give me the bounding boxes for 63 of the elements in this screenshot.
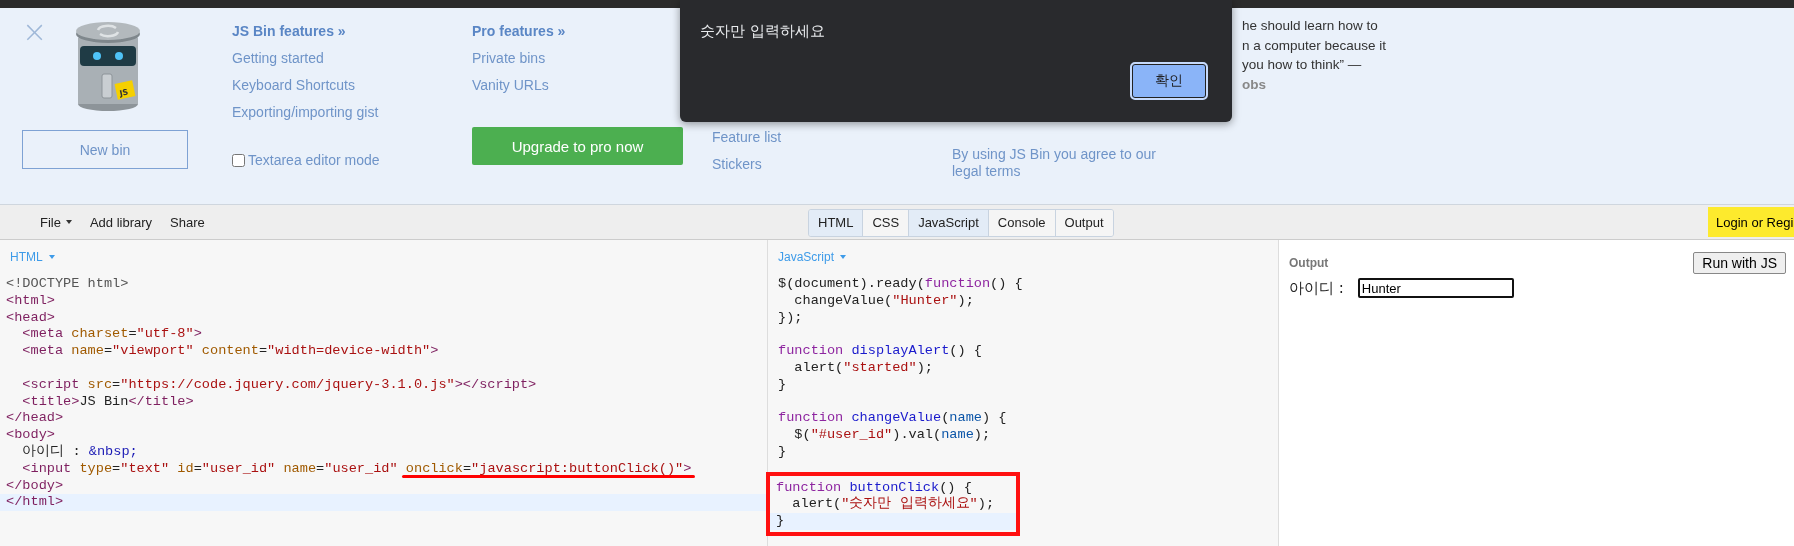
caret-icon bbox=[840, 255, 847, 259]
quote-text: you how to think” — bbox=[1242, 56, 1362, 74]
code-line: $("#user_id").val(name); bbox=[793, 427, 992, 444]
pro-link[interactable]: Vanity URLs bbox=[472, 76, 549, 94]
caret-icon bbox=[65, 220, 72, 224]
menu-item[interactable]: Add library bbox=[89, 214, 153, 230]
code-line: function displayAlert() { bbox=[777, 343, 983, 360]
code-line: <meta charset="utf-8"> bbox=[21, 326, 203, 344]
section-title[interactable]: Pro features » bbox=[472, 22, 566, 40]
quote-text: n a computer because it bbox=[1242, 36, 1387, 55]
code-line: } bbox=[777, 443, 788, 461]
quote-text: obs bbox=[1242, 75, 1266, 94]
new-bin-button[interactable]: New bin bbox=[22, 130, 188, 169]
code-line: $(document).ready(function() { bbox=[777, 276, 1024, 293]
code-line: <title>JS Bin</title> bbox=[21, 393, 195, 411]
code-line: alert("started"); bbox=[793, 360, 934, 377]
alert-message: 숫자만 입력하세요 bbox=[700, 22, 825, 41]
upgrade-button[interactable]: Upgrade to pro now bbox=[472, 127, 683, 165]
code-line: <meta name="viewport" content="width=device-width"> bbox=[21, 343, 440, 360]
code-line: <!DOCTYPE html> bbox=[5, 276, 130, 293]
feature-link[interactable]: Keyboard Shortcuts bbox=[232, 76, 355, 94]
legal-link[interactable]: By using JS Bin you agree to our legal terms bbox=[952, 146, 1157, 180]
panel-label[interactable]: HTML bbox=[10, 250, 55, 264]
code-line: function buttonClick() { bbox=[775, 479, 973, 496]
code-line: 아이디 : &nbsp; bbox=[21, 443, 139, 461]
login-button[interactable]: Login or Regi bbox=[1708, 207, 1794, 237]
textarea-mode-checkbox[interactable] bbox=[232, 153, 245, 167]
panel-tab[interactable]: JavaScript bbox=[908, 210, 988, 236]
pro-link[interactable]: Private bins bbox=[472, 49, 546, 67]
menu-item[interactable]: Share bbox=[170, 214, 205, 230]
user-id-field[interactable]: Hunter bbox=[1357, 278, 1514, 298]
code-line: function changeValue(name) { bbox=[777, 410, 1008, 428]
feature-link[interactable]: Getting started bbox=[232, 49, 324, 67]
output-label: Output bbox=[1289, 256, 1329, 270]
caret-icon bbox=[48, 255, 55, 259]
code-line: <body> bbox=[5, 427, 56, 444]
feature-link[interactable]: Exporting/importing gist bbox=[232, 103, 379, 121]
code-line: } bbox=[777, 376, 788, 394]
info-link[interactable]: Feature list bbox=[712, 128, 782, 146]
quote-text: he should learn how to bbox=[1242, 17, 1378, 35]
code-line: <html> bbox=[5, 292, 56, 310]
panel-label[interactable]: JavaScript bbox=[778, 250, 847, 264]
menu-item[interactable]: File bbox=[40, 214, 72, 230]
ok-button[interactable]: 확인 bbox=[1130, 62, 1208, 100]
section-title[interactable]: JS Bin features » bbox=[232, 22, 346, 40]
field-label: 아이디 : bbox=[1289, 278, 1344, 298]
code-line: }); bbox=[777, 309, 804, 327]
code-line: <input type="text" id="user_id" name="user_id" onclick="javascript:buttonClick()"> bbox=[0, 460, 767, 478]
code-line: </head> bbox=[5, 410, 65, 428]
code-line: <head> bbox=[5, 309, 56, 327]
checkbox-label: Textarea editor mode bbox=[248, 152, 380, 168]
code-line: changeValue("Hunter"); bbox=[793, 292, 975, 310]
panel-tab[interactable]: CSS bbox=[862, 210, 909, 236]
run-button[interactable]: Run with JS bbox=[1693, 252, 1786, 274]
code-line: <script src="https://code.jquery.com/jquery-3.1.0.js"></script> bbox=[21, 376, 538, 394]
info-link[interactable]: Stickers bbox=[712, 155, 762, 173]
close-button[interactable]: × bbox=[22, 20, 44, 44]
code-line: </body> bbox=[5, 477, 65, 495]
logo-text: JS bbox=[118, 87, 130, 99]
code-line: alert("숫자만 입력하세요"); bbox=[791, 496, 996, 514]
panel-tab[interactable]: Output bbox=[1054, 210, 1113, 236]
panel-tab[interactable]: Console bbox=[987, 210, 1055, 236]
panel-tab[interactable]: HTML bbox=[809, 210, 863, 236]
